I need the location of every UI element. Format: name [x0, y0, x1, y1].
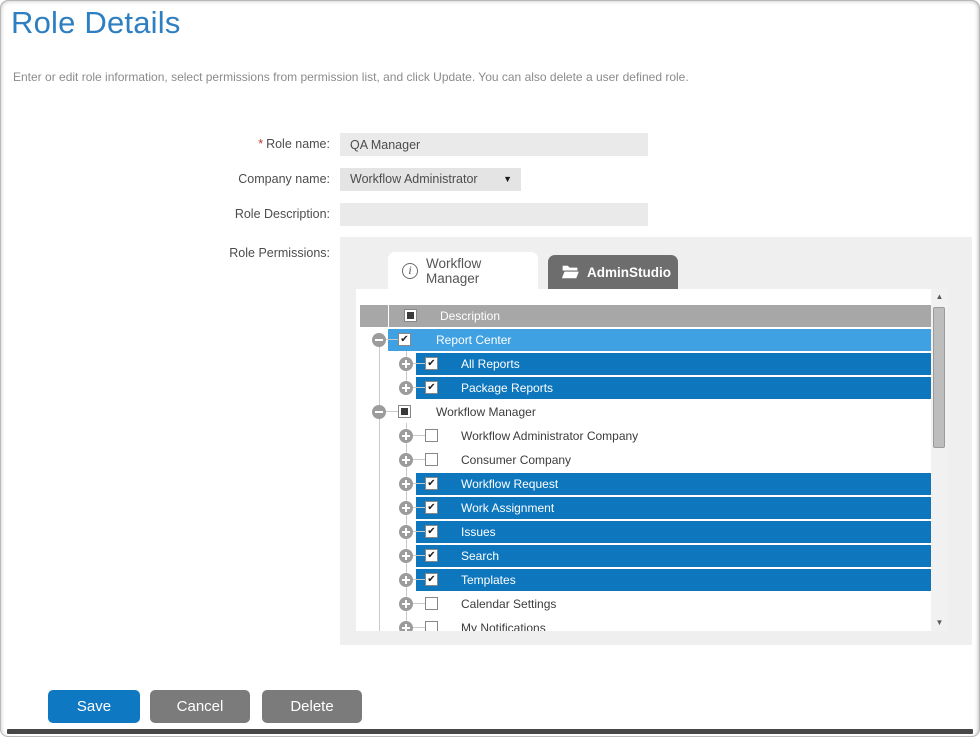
- checkmark-icon: ✔: [399, 334, 410, 345]
- row-checkbox[interactable]: ✔: [425, 549, 438, 562]
- window-bottom-edge: [7, 729, 973, 734]
- row-checkbox[interactable]: ✔: [425, 573, 438, 586]
- tree-row[interactable]: Workflow Manager: [356, 401, 931, 423]
- row-label: Search: [461, 545, 499, 567]
- checkmark-icon: ✔: [426, 526, 437, 537]
- checkmark-icon: ✔: [426, 478, 437, 489]
- expand-icon[interactable]: [399, 573, 413, 587]
- company-name-select[interactable]: Workflow Administrator ▼: [340, 168, 521, 191]
- tree-row[interactable]: ✔ All Reports: [356, 353, 931, 375]
- role-permissions-label: Role Permissions:: [100, 242, 330, 265]
- tree-row[interactable]: ✔ Package Reports: [356, 377, 931, 399]
- folder-icon: [561, 265, 579, 279]
- scrollbar-thumb[interactable]: [933, 307, 945, 448]
- delete-button[interactable]: Delete: [262, 690, 362, 723]
- expand-icon[interactable]: [399, 597, 413, 611]
- tree-row[interactable]: Calendar Settings: [356, 593, 931, 615]
- cancel-button[interactable]: Cancel: [150, 690, 250, 723]
- expand-icon[interactable]: [399, 429, 413, 443]
- info-icon: i: [402, 263, 418, 279]
- checkmark-icon: ✔: [426, 574, 437, 585]
- chevron-down-icon: ▼: [503, 168, 512, 191]
- tree-row[interactable]: ✔ Work Assignment: [356, 497, 931, 519]
- tree-row[interactable]: ✔ Report Center: [356, 329, 931, 351]
- role-details-window: Role Details Enter or edit role informat…: [0, 0, 980, 737]
- collapse-icon[interactable]: [372, 333, 386, 347]
- row-label: Workflow Request: [461, 473, 558, 495]
- permissions-tree: Description ✔ Report Center ✔ All Reports ✔ P…: [356, 289, 948, 631]
- row-label: All Reports: [461, 353, 520, 375]
- tree-row[interactable]: ✔ Search: [356, 545, 931, 567]
- tree-header-row: Description: [360, 305, 931, 327]
- company-name-label: Company name:: [100, 168, 330, 191]
- role-permissions-panel: i Workflow Manager AdminStudio Descripti…: [340, 237, 972, 645]
- scroll-up-icon[interactable]: ▲: [931, 289, 948, 305]
- checkmark-icon: ✔: [426, 502, 437, 513]
- tree-row[interactable]: Workflow Administrator Company: [356, 425, 931, 447]
- row-label: Workflow Manager: [436, 401, 536, 423]
- row-checkbox[interactable]: ✔: [425, 381, 438, 394]
- expand-icon[interactable]: [399, 357, 413, 371]
- row-checkbox[interactable]: [425, 429, 438, 442]
- role-description-label: Role Description:: [100, 203, 330, 226]
- role-name-input[interactable]: [340, 133, 648, 156]
- row-label: My Notifications: [461, 617, 546, 631]
- tab-label: AdminStudio: [587, 265, 671, 280]
- tree-row[interactable]: Consumer Company: [356, 449, 931, 471]
- scroll-down-icon[interactable]: ▼: [931, 615, 948, 631]
- required-asterisk: *: [258, 137, 263, 151]
- row-label: Workflow Administrator Company: [461, 425, 638, 447]
- expand-icon[interactable]: [399, 453, 413, 467]
- row-label: Consumer Company: [461, 449, 571, 471]
- row-checkbox[interactable]: [425, 453, 438, 466]
- row-checkbox[interactable]: ✔: [425, 501, 438, 514]
- description-column-header: Description: [440, 305, 500, 327]
- tree-row[interactable]: ✔ Workflow Request: [356, 473, 931, 495]
- tree-row[interactable]: ✔ Issues: [356, 521, 931, 543]
- save-button[interactable]: Save: [48, 690, 140, 723]
- tree-row[interactable]: ✔ Templates: [356, 569, 931, 591]
- role-description-input[interactable]: [340, 203, 648, 226]
- row-label: Work Assignment: [461, 497, 554, 519]
- row-label: Package Reports: [461, 377, 553, 399]
- expand-icon[interactable]: [399, 477, 413, 491]
- page-title: Role Details: [11, 5, 181, 41]
- role-name-label: *Role name:: [100, 133, 330, 156]
- row-checkbox[interactable]: [398, 405, 411, 418]
- row-label: Templates: [461, 569, 516, 591]
- row-checkbox[interactable]: ✔: [425, 525, 438, 538]
- tab-adminstudio[interactable]: AdminStudio: [548, 255, 678, 289]
- header-divider: [388, 305, 389, 327]
- expand-icon[interactable]: [399, 549, 413, 563]
- tree-row[interactable]: My Notifications: [356, 617, 931, 631]
- checkmark-icon: ✔: [426, 358, 437, 369]
- select-all-checkbox[interactable]: [404, 309, 417, 322]
- page-description: Enter or edit role information, select p…: [13, 70, 689, 84]
- row-checkbox[interactable]: [425, 597, 438, 610]
- company-name-value: Workflow Administrator: [350, 172, 478, 186]
- row-checkbox[interactable]: ✔: [425, 477, 438, 490]
- row-label: Issues: [461, 521, 496, 543]
- row-label: Calendar Settings: [461, 593, 556, 615]
- row-label: Report Center: [436, 329, 511, 351]
- expand-icon[interactable]: [399, 381, 413, 395]
- checkmark-icon: ✔: [426, 382, 437, 393]
- expand-icon[interactable]: [399, 525, 413, 539]
- tab-workflow-manager[interactable]: i Workflow Manager: [388, 252, 538, 289]
- tab-label: Workflow Manager: [426, 256, 538, 286]
- row-checkbox[interactable]: [425, 621, 438, 631]
- row-checkbox[interactable]: ✔: [425, 357, 438, 370]
- vertical-scrollbar[interactable]: ▲ ▼: [931, 289, 948, 631]
- row-checkbox[interactable]: ✔: [398, 333, 411, 346]
- checkmark-icon: ✔: [426, 550, 437, 561]
- collapse-icon[interactable]: [372, 405, 386, 419]
- expand-icon[interactable]: [399, 501, 413, 515]
- expand-icon[interactable]: [399, 621, 413, 631]
